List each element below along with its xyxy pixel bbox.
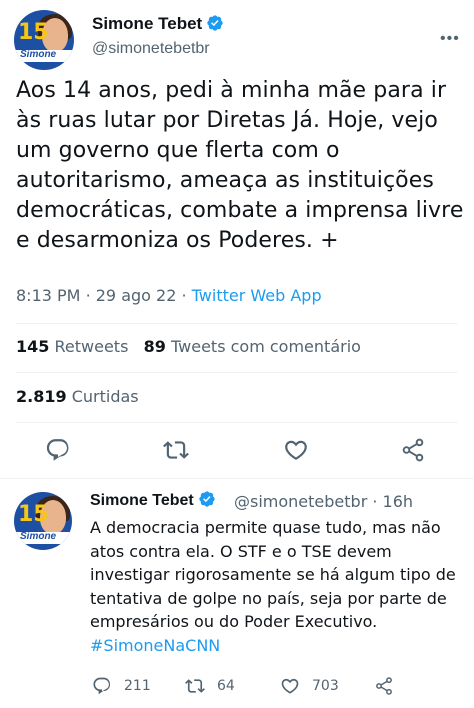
verified-badge-icon <box>199 491 215 507</box>
main-tweet: 15 Simone Simone Tebet @simonetebetbr ••… <box>0 0 474 480</box>
share-icon[interactable] <box>400 437 428 465</box>
retweet-icon[interactable] <box>163 437 191 465</box>
divider <box>16 422 458 423</box>
tweet-text: Aos 14 anos, pedi à minha mãe para ir às… <box>16 78 464 253</box>
like-icon <box>281 678 299 694</box>
reply-handle-time[interactable]: @simonetebetbr · 16h <box>234 492 413 511</box>
reply-author-name[interactable]: Simone Tebet <box>90 490 216 510</box>
divider <box>16 372 458 373</box>
likes-stats[interactable]: 2.819 Curtidas <box>16 387 139 406</box>
tweet-meta: 8:13 PM · 29 ago 22 · Twitter Web App <box>16 286 322 305</box>
author-handle[interactable]: @simonetebetbr <box>92 40 210 58</box>
share-icon <box>376 677 392 695</box>
author-name[interactable]: Simone Tebet <box>92 14 224 34</box>
like-icon[interactable] <box>283 437 311 465</box>
verified-badge-icon <box>207 15 223 31</box>
like-count-button[interactable]: 703 <box>280 676 339 696</box>
more-icon[interactable]: ••• <box>440 30 460 48</box>
hashtag-link[interactable]: #SimoneNaCNN <box>90 636 220 655</box>
reply-count-button[interactable]: 211 <box>92 676 151 696</box>
divider <box>0 478 474 479</box>
reply-icon[interactable] <box>45 437 73 465</box>
tweet-time[interactable]: 8:13 PM <box>16 286 80 305</box>
reply-text: A democracia permite quase tudo, mas não… <box>90 518 456 655</box>
retweets-link[interactable]: 145 Retweets <box>16 337 128 356</box>
retweet-stats: 145 Retweets 89 Tweets com comentário <box>16 337 361 356</box>
retweet-count-button[interactable]: 64 <box>185 676 235 696</box>
share-button[interactable] <box>374 676 394 696</box>
author-avatar[interactable]: 15 Simone <box>14 10 74 70</box>
tweet-date[interactable]: 29 ago 22 <box>96 286 177 305</box>
reply-author-avatar[interactable]: 15 Simone <box>14 492 72 550</box>
quote-tweets-link[interactable]: 89 Tweets com comentário <box>144 337 361 356</box>
retweet-icon <box>185 679 205 693</box>
source-app-link[interactable]: Twitter Web App <box>192 286 322 305</box>
reply-icon <box>93 677 111 695</box>
divider <box>16 323 458 324</box>
